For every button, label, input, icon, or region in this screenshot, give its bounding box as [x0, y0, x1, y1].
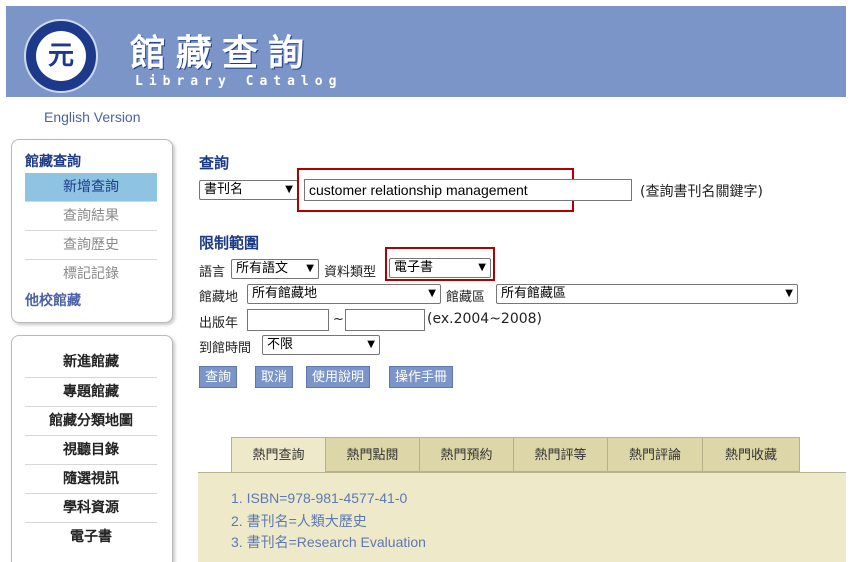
tab-hot-reviews[interactable]: 熱門評論: [607, 437, 703, 472]
search-button[interactable]: 查詢: [199, 366, 238, 388]
arrival-value: 不限: [267, 337, 294, 352]
search-input[interactable]: customer relationship management: [304, 179, 632, 201]
search-field-value: 書刊名: [204, 182, 244, 197]
sidebar-item-new-arrivals[interactable]: 新進館藏: [25, 348, 157, 376]
header-banner: 元 1989 館藏查詢 Library Catalog: [6, 6, 846, 97]
type-label: 資料類型: [324, 265, 377, 280]
sidebar-item-new-search[interactable]: 新增查詢: [25, 173, 157, 201]
tab-hot-clicks[interactable]: 熱門點閱: [325, 437, 420, 472]
tab-hot-favorites[interactable]: 熱門收藏: [702, 437, 800, 472]
hot-list-item[interactable]: 1. ISBN=978-981-4577-41-0: [231, 490, 407, 506]
manual-button[interactable]: 操作手冊: [389, 366, 454, 388]
chevron-down-icon: ▼: [785, 288, 793, 299]
search-heading: 查詢: [199, 154, 230, 172]
page-title: 館藏查詢: [130, 32, 315, 74]
sidebar-item-ebooks[interactable]: 電子書: [25, 522, 157, 551]
search-field-select[interactable]: 書刊名 ▼: [199, 180, 298, 200]
help-button[interactable]: 使用說明: [306, 366, 371, 388]
chevron-down-icon: ▼: [478, 262, 486, 273]
year-to-input[interactable]: [345, 309, 425, 331]
language-value: 所有語文: [236, 261, 289, 276]
year-label: 出版年: [199, 316, 239, 331]
language-label: 語言: [199, 265, 226, 280]
location-label: 館藏地: [199, 290, 239, 305]
catalog-menu-heading: 館藏查詢: [25, 154, 81, 170]
tab-hot-ratings[interactable]: 熱門評等: [513, 437, 608, 472]
sidebar-item-special-collection[interactable]: 專題館藏: [25, 377, 157, 406]
limits-heading: 限制範圍: [199, 234, 260, 252]
arrival-select[interactable]: 不限 ▼: [262, 335, 380, 355]
tab-hot-searches[interactable]: 熱門查詢: [231, 437, 326, 473]
location-select[interactable]: 所有館藏地 ▼: [247, 284, 441, 304]
sidebar-item-subject-resources[interactable]: 學科資源: [25, 493, 157, 522]
logo-year: 1989: [52, 74, 70, 82]
search-hint: (查詢書刊名關鍵字): [640, 184, 763, 200]
hot-list-item[interactable]: 3. 書刊名=Research Evaluation: [231, 532, 426, 552]
year-separator: ~: [333, 312, 344, 327]
sidebar-item-av-catalog[interactable]: 視聽目錄: [25, 435, 157, 464]
language-select[interactable]: 所有語文 ▼: [231, 259, 319, 279]
english-version-link[interactable]: English Version: [44, 109, 141, 125]
sidebar-item-video-on-demand[interactable]: 隨選視訊: [25, 464, 157, 493]
area-value: 所有館藏區: [501, 286, 567, 301]
hot-list-item[interactable]: 2. 書刊名=人類大歷史: [231, 511, 367, 531]
type-select[interactable]: 電子書 ▼: [389, 258, 491, 278]
sidebar-item-classification-map[interactable]: 館藏分類地圖: [25, 406, 157, 435]
catalog-menu: 館藏查詢 新增查詢 查詢結果 查詢歷史 標記記錄 他校館藏: [11, 139, 173, 323]
chevron-down-icon: ▼: [367, 339, 375, 350]
cancel-button[interactable]: 取消: [255, 366, 294, 388]
arrival-label: 到館時間: [199, 341, 252, 356]
sidebar-item-other-libraries[interactable]: 他校館藏: [25, 290, 81, 310]
year-from-input[interactable]: [247, 309, 329, 331]
chevron-down-icon: ▼: [285, 184, 293, 195]
year-hint: (ex.2004~2008): [427, 311, 543, 327]
sidebar-item-marked[interactable]: 標記記錄: [25, 259, 157, 288]
hot-list-panel: 1. ISBN=978-981-4577-41-0 2. 書刊名=人類大歷史 3…: [198, 472, 846, 562]
resource-menu: 新進館藏 專題館藏 館藏分類地圖 視聽目錄 隨選視訊 學科資源 電子書: [11, 335, 173, 562]
area-label: 館藏區: [446, 290, 486, 305]
sidebar-item-history[interactable]: 查詢歷史: [25, 230, 157, 259]
area-select[interactable]: 所有館藏區 ▼: [496, 284, 798, 304]
page-subtitle: Library Catalog: [135, 74, 343, 89]
chevron-down-icon: ▼: [306, 263, 314, 274]
location-value: 所有館藏地: [252, 286, 318, 301]
chevron-down-icon: ▼: [428, 288, 436, 299]
sidebar-item-results[interactable]: 查詢結果: [25, 201, 157, 230]
university-logo: 元 1989: [24, 19, 98, 93]
tab-hot-reservations[interactable]: 熱門預約: [419, 437, 514, 472]
type-value: 電子書: [394, 260, 434, 275]
